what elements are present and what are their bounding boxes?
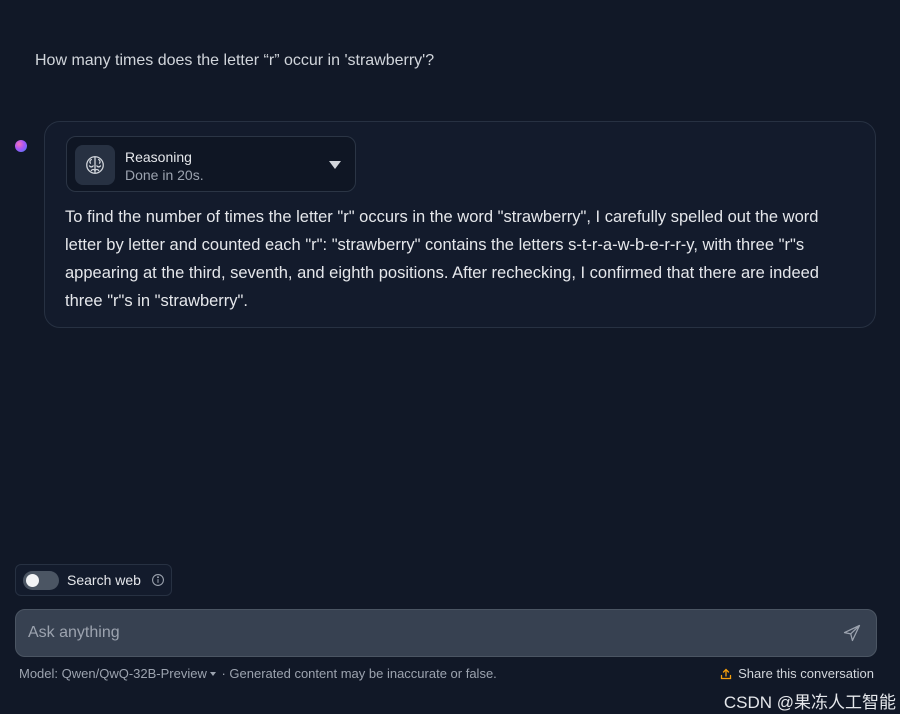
- chat-page: How many times does the letter “r” occur…: [0, 0, 900, 714]
- model-selector[interactable]: Model: Qwen/QwQ-32B-Preview: [19, 666, 218, 681]
- assistant-answer-text: To find the number of times the letter "…: [65, 208, 819, 310]
- reasoning-title: Reasoning: [125, 149, 192, 165]
- message-composer: [15, 609, 877, 657]
- footer-info: Model: Qwen/QwQ-32B-Preview · Generated …: [19, 666, 497, 681]
- search-web-control: Search web: [15, 564, 172, 596]
- info-icon[interactable]: [151, 573, 165, 587]
- assistant-avatar-icon: [15, 140, 27, 152]
- ask-input[interactable]: [28, 620, 808, 646]
- toggle-knob: [26, 574, 39, 587]
- user-question: How many times does the letter “r” occur…: [35, 52, 435, 69]
- brain-icon: [75, 145, 115, 185]
- share-conversation-link[interactable]: Share this conversation: [720, 666, 874, 681]
- caret-down-icon: [209, 671, 216, 676]
- disclaimer-text: · Generated content may be inaccurate or…: [221, 666, 497, 681]
- search-web-toggle[interactable]: [23, 571, 59, 590]
- send-icon[interactable]: [842, 623, 862, 643]
- chevron-down-icon[interactable]: [329, 161, 341, 169]
- assistant-message-card: Reasoning Done in 20s. To find the numbe…: [44, 121, 876, 328]
- search-web-label: Search web: [67, 572, 141, 588]
- reasoning-toggle[interactable]: Reasoning Done in 20s.: [66, 136, 356, 192]
- share-label: Share this conversation: [738, 666, 874, 681]
- share-icon: [720, 668, 732, 680]
- watermark-text: CSDN @果冻人工智能: [723, 693, 896, 712]
- reasoning-status: Done in 20s.: [125, 167, 204, 183]
- model-label: Model: Qwen/QwQ-32B-Preview: [19, 666, 207, 681]
